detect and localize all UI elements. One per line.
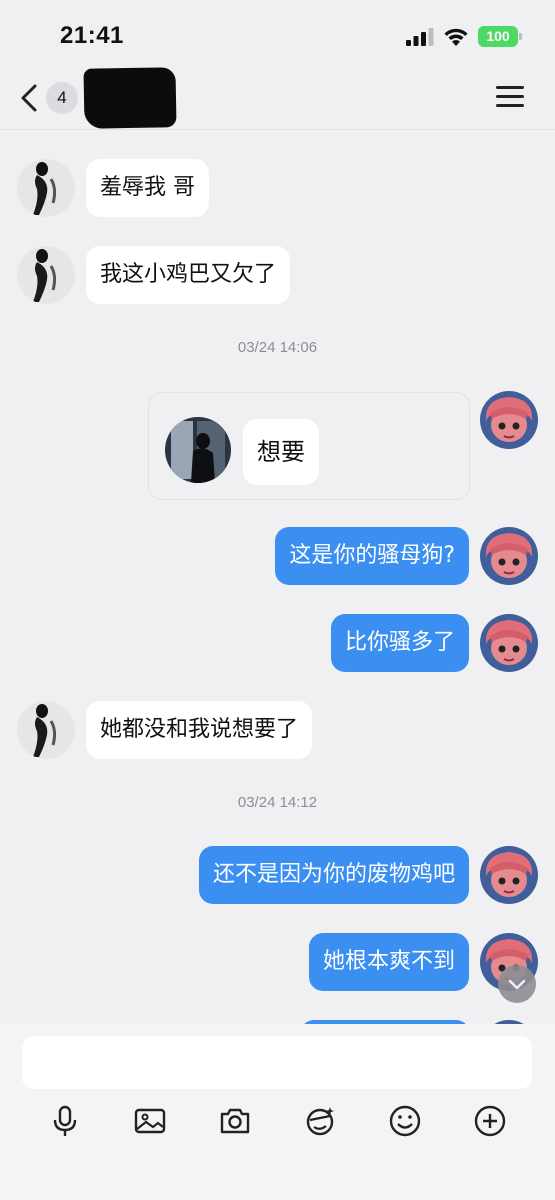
sticker-icon[interactable] xyxy=(303,1104,337,1138)
contact-avatar[interactable] xyxy=(17,701,75,759)
plus-icon[interactable] xyxy=(473,1104,507,1138)
outgoing-message[interactable]: 这是你的骚母狗? xyxy=(275,527,469,585)
composer xyxy=(0,1024,555,1200)
microphone-icon[interactable] xyxy=(48,1104,82,1138)
message-input[interactable] xyxy=(22,1036,532,1089)
contact-avatar[interactable] xyxy=(17,159,75,217)
chat-header: 4 xyxy=(0,67,555,130)
contact-avatar[interactable] xyxy=(17,246,75,304)
self-avatar[interactable] xyxy=(480,614,538,672)
unread-count-badge[interactable]: 4 xyxy=(46,82,78,114)
scroll-to-bottom-button[interactable] xyxy=(498,965,536,1003)
menu-icon[interactable] xyxy=(496,86,524,110)
wifi-icon xyxy=(444,28,468,46)
self-avatar[interactable] xyxy=(480,391,538,449)
message-list[interactable]: 羞辱我 哥 我这小鸡巴又欠了 03/24 14:06 想要 这是你的骚母狗? 比… xyxy=(0,131,555,1024)
incoming-message[interactable]: 她都没和我说想要了 xyxy=(86,701,313,759)
cellular-signal-icon xyxy=(406,28,434,46)
self-avatar[interactable] xyxy=(480,846,538,904)
shared-image-card[interactable]: 想要 xyxy=(148,392,470,500)
chevron-down-icon xyxy=(508,979,526,990)
image-icon[interactable] xyxy=(133,1104,167,1138)
message-timestamp: 03/24 14:06 xyxy=(237,339,318,356)
battery-indicator: 100 xyxy=(478,26,522,47)
status-time: 21:41 xyxy=(60,22,124,49)
card-caption: 想要 xyxy=(243,419,319,485)
outgoing-message[interactable]: 还不是因为你的废物鸡吧 xyxy=(198,846,469,904)
back-arrow-icon[interactable] xyxy=(16,80,44,116)
shared-photo[interactable] xyxy=(165,417,231,483)
emoji-icon[interactable] xyxy=(388,1104,422,1138)
self-avatar[interactable] xyxy=(480,527,538,585)
incoming-message[interactable]: 羞辱我 哥 xyxy=(86,159,209,217)
outgoing-message[interactable]: 比你骚多了 xyxy=(330,614,469,672)
contact-name-redaction xyxy=(83,67,177,129)
incoming-message[interactable]: 我这小鸡巴又欠了 xyxy=(86,246,291,304)
message-timestamp: 03/24 14:12 xyxy=(237,794,318,811)
outgoing-message[interactable]: 她根本爽不到 xyxy=(308,933,469,991)
status-bar: 21:41 100 xyxy=(0,0,555,70)
camera-icon[interactable] xyxy=(218,1104,252,1138)
